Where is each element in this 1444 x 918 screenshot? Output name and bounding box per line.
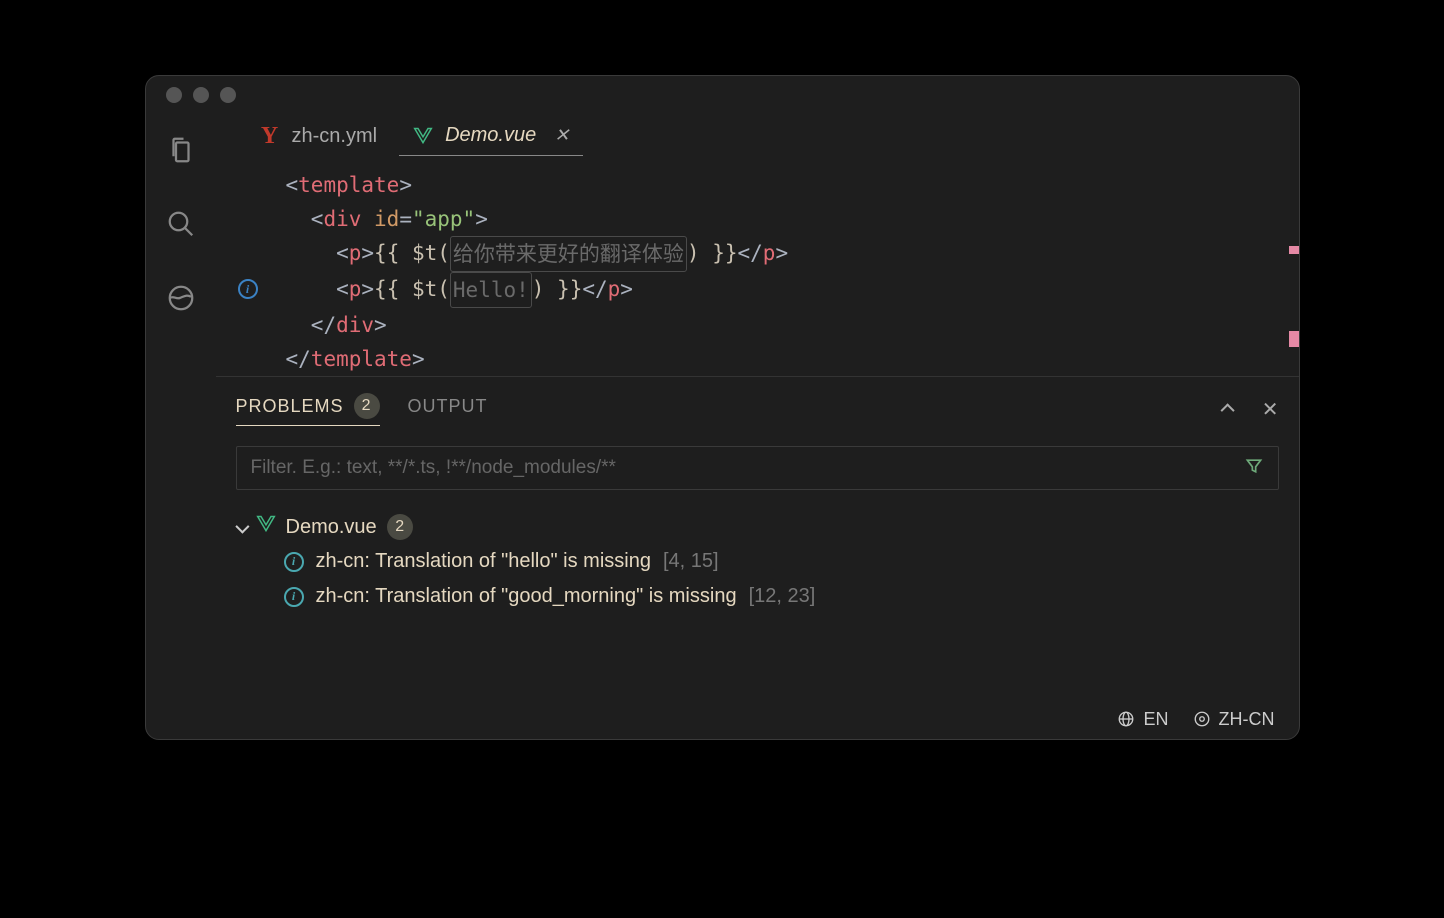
editor-window: Y zh-cn.yml Demo.vue ✕ <template> <div i… — [145, 75, 1300, 740]
panel-tab-label: PROBLEMS — [236, 396, 344, 417]
maximize-window-button[interactable] — [220, 87, 236, 103]
activity-bar — [146, 114, 216, 699]
tab-label: zh-cn.yml — [292, 125, 378, 148]
bottom-panel: PROBLEMS 2 OUTPUT ✕ — [216, 376, 1299, 699]
file-problems-count-badge: 2 — [387, 514, 413, 540]
problem-location: [12, 23] — [749, 585, 816, 608]
code-editor[interactable]: <template> <div id="app"> <p>{{ $t(给你带来更… — [216, 158, 1299, 376]
explorer-icon[interactable] — [165, 134, 197, 166]
display-lang-label: ZH-CN — [1219, 709, 1275, 730]
gutter-info-icon[interactable]: i — [236, 277, 260, 301]
window-titlebar — [146, 76, 1299, 114]
vue-file-icon — [256, 515, 276, 539]
i18n-globe-icon[interactable] — [165, 282, 197, 314]
problems-count-badge: 2 — [354, 393, 380, 419]
close-panel-icon[interactable]: ✕ — [1262, 397, 1279, 422]
minimize-window-button[interactable] — [193, 87, 209, 103]
source-lang-label: EN — [1143, 709, 1168, 730]
yaml-file-icon: Y — [260, 126, 280, 146]
chevron-down-icon — [236, 516, 246, 539]
editor-tabs: Y zh-cn.yml Demo.vue ✕ — [216, 114, 1299, 158]
problem-file-group[interactable]: Demo.vue 2 — [236, 510, 1279, 544]
search-icon[interactable] — [165, 208, 197, 240]
info-icon: i — [284, 587, 304, 607]
problems-filter — [236, 446, 1279, 490]
status-bar: EN ZH-CN — [1117, 699, 1298, 739]
panel-tab-label: OUTPUT — [408, 396, 488, 417]
problem-item[interactable]: i zh-cn: Translation of "good_morning" i… — [236, 579, 1279, 614]
tab-demo-vue[interactable]: Demo.vue ✕ — [399, 116, 583, 156]
problem-message: zh-cn: Translation of "good_morning" is … — [316, 585, 737, 608]
eye-icon — [1193, 710, 1211, 728]
vue-file-icon — [413, 126, 433, 146]
problem-location: [4, 15] — [663, 550, 719, 573]
display-language-status[interactable]: ZH-CN — [1193, 709, 1275, 730]
inline-translation-hint: 给你带来更好的翻译体验 — [450, 236, 687, 272]
source-language-status[interactable]: EN — [1117, 709, 1168, 730]
info-icon: i — [284, 552, 304, 572]
problems-filter-input[interactable] — [237, 447, 1230, 489]
problems-list: Demo.vue 2 i zh-cn: Translation of "hell… — [236, 510, 1279, 614]
filter-icon[interactable] — [1230, 448, 1278, 489]
tab-zh-cn-yml[interactable]: Y zh-cn.yml — [246, 117, 392, 156]
problems-tab[interactable]: PROBLEMS 2 — [236, 393, 380, 426]
output-tab[interactable]: OUTPUT — [408, 396, 488, 423]
minimap-marker[interactable] — [1289, 246, 1299, 254]
problem-file-name: Demo.vue — [286, 516, 377, 539]
tab-label: Demo.vue — [445, 124, 536, 147]
close-window-button[interactable] — [166, 87, 182, 103]
problem-item[interactable]: i zh-cn: Translation of "hello" is missi… — [236, 544, 1279, 579]
inline-translation-hint: Hello! — [450, 272, 532, 308]
collapse-panel-icon[interactable] — [1224, 397, 1234, 422]
minimap-marker[interactable] — [1289, 331, 1299, 347]
problem-message: zh-cn: Translation of "hello" is missing — [316, 550, 651, 573]
globe-icon — [1117, 710, 1135, 728]
close-tab-icon[interactable]: ✕ — [554, 125, 569, 146]
